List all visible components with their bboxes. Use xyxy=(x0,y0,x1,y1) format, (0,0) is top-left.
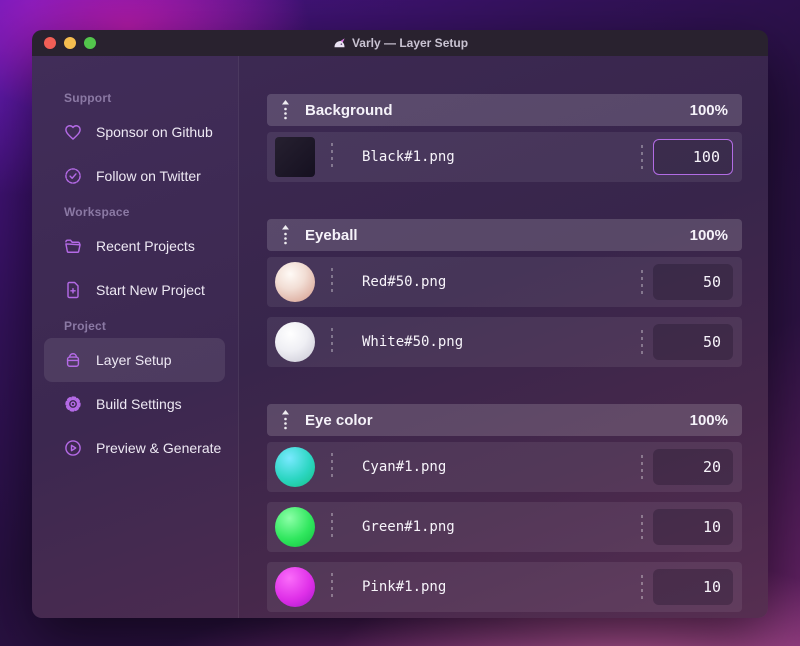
layer-weight-input[interactable] xyxy=(653,569,733,605)
layer-group-name: Background xyxy=(305,101,393,119)
zoom-button[interactable] xyxy=(84,37,96,49)
sidebar-item-follow-twitter[interactable]: Follow on Twitter xyxy=(44,154,225,198)
layer-group-opacity: 100% xyxy=(689,411,728,429)
divider-dots xyxy=(331,573,333,601)
sidebar-item-label: Start New Project xyxy=(96,282,205,298)
divider-dots xyxy=(331,143,333,171)
window-title-text: Varly — Layer Setup xyxy=(351,36,469,50)
sidebar-item-layer-setup[interactable]: Layer Setup xyxy=(44,338,225,382)
layer-filename: White#50.png xyxy=(362,334,464,350)
window-title: Varly — Layer Setup xyxy=(332,36,468,51)
layer-group-header: Eye color 100% xyxy=(267,404,742,436)
layer-thumbnail xyxy=(275,322,315,362)
unicorn-app-icon xyxy=(332,36,347,51)
close-button[interactable] xyxy=(44,37,56,49)
layer-weight-input[interactable] xyxy=(653,139,733,175)
play-circle-icon xyxy=(63,438,83,458)
layer-group-header: Background 100% xyxy=(267,94,742,126)
divider-dots xyxy=(331,268,333,296)
traffic-lights xyxy=(44,30,96,56)
app-window: Varly — Layer Setup Support Sponsor on G… xyxy=(32,30,768,618)
layer-group-eyeball: Eyeball 100% Red#50.png White#50.png xyxy=(267,219,742,367)
heart-icon xyxy=(63,122,83,142)
divider-dots xyxy=(641,330,643,354)
divider-dots xyxy=(641,455,643,479)
layer-row: Cyan#1.png xyxy=(267,442,742,492)
layer-group-opacity: 100% xyxy=(689,226,728,244)
file-plus-icon xyxy=(63,280,83,300)
sidebar-section-project: Project Layer Setup Build Settings Previ… xyxy=(32,316,238,470)
layer-row: Black#1.png xyxy=(267,132,742,182)
divider-dots xyxy=(331,513,333,541)
layer-group-opacity: 100% xyxy=(689,101,728,119)
sidebar-item-build-settings[interactable]: Build Settings xyxy=(44,382,225,426)
minimize-button[interactable] xyxy=(64,37,76,49)
layer-row: White#50.png xyxy=(267,317,742,367)
sidebar-item-label: Follow on Twitter xyxy=(96,168,201,184)
layers-box-icon xyxy=(63,350,83,370)
folder-icon xyxy=(63,236,83,256)
section-label: Support xyxy=(64,91,112,105)
layer-thumbnail xyxy=(275,447,315,487)
drag-handle-icon[interactable] xyxy=(281,410,290,430)
sidebar-item-label: Build Settings xyxy=(96,396,182,412)
sidebar-section-workspace: Workspace Recent Projects Start New Proj… xyxy=(32,202,238,312)
divider-dots xyxy=(641,575,643,599)
divider-dots xyxy=(331,453,333,481)
verified-check-icon xyxy=(63,166,83,186)
layer-group-name: Eye color xyxy=(305,411,373,429)
layer-group-eye-color: Eye color 100% Cyan#1.png Green#1.png xyxy=(267,404,742,612)
layer-group-name: Eyeball xyxy=(305,226,358,244)
title-bar: Varly — Layer Setup xyxy=(32,30,768,56)
sidebar-item-label: Preview & Generate xyxy=(96,440,222,456)
sidebar-item-label: Recent Projects xyxy=(96,238,195,254)
layer-thumbnail xyxy=(275,507,315,547)
sidebar-item-label: Sponsor on Github xyxy=(96,124,213,140)
sidebar-section-support: Support Sponsor on Github Follow on Twit… xyxy=(32,88,238,198)
drag-handle-icon[interactable] xyxy=(281,100,290,120)
layer-weight-input[interactable] xyxy=(653,449,733,485)
layer-thumbnail xyxy=(275,262,315,302)
section-label: Workspace xyxy=(64,205,130,219)
drag-handle-icon[interactable] xyxy=(281,225,290,245)
section-label: Project xyxy=(64,319,107,333)
gear-icon xyxy=(63,394,83,414)
layer-filename: Green#1.png xyxy=(362,519,455,535)
sidebar-item-recent-projects[interactable]: Recent Projects xyxy=(44,224,225,268)
sidebar-item-label: Layer Setup xyxy=(96,352,172,368)
layer-weight-input[interactable] xyxy=(653,324,733,360)
layer-filename: Black#1.png xyxy=(362,149,455,165)
sidebar-item-start-new-project[interactable]: Start New Project xyxy=(44,268,225,312)
layer-filename: Pink#1.png xyxy=(362,579,447,595)
layer-weight-input[interactable] xyxy=(653,509,733,545)
layer-group-background: Background 100% Black#1.png xyxy=(267,94,742,182)
divider-dots xyxy=(641,270,643,294)
layer-thumbnail xyxy=(275,567,315,607)
layer-filename: Red#50.png xyxy=(362,274,447,290)
divider-dots xyxy=(331,328,333,356)
layer-thumbnail xyxy=(275,137,315,177)
layer-weight-input[interactable] xyxy=(653,264,733,300)
sidebar-item-sponsor-github[interactable]: Sponsor on Github xyxy=(44,110,225,154)
sidebar: Support Sponsor on Github Follow on Twit… xyxy=(32,56,238,618)
sidebar-item-preview-generate[interactable]: Preview & Generate xyxy=(44,426,225,470)
divider-dots xyxy=(641,145,643,169)
divider-dots xyxy=(641,515,643,539)
layer-filename: Cyan#1.png xyxy=(362,459,447,475)
layer-row: Pink#1.png xyxy=(267,562,742,612)
layer-row: Red#50.png xyxy=(267,257,742,307)
layer-setup-panel: Background 100% Black#1.png Eyeball 100% xyxy=(238,56,768,618)
layer-group-header: Eyeball 100% xyxy=(267,219,742,251)
layer-row: Green#1.png xyxy=(267,502,742,552)
